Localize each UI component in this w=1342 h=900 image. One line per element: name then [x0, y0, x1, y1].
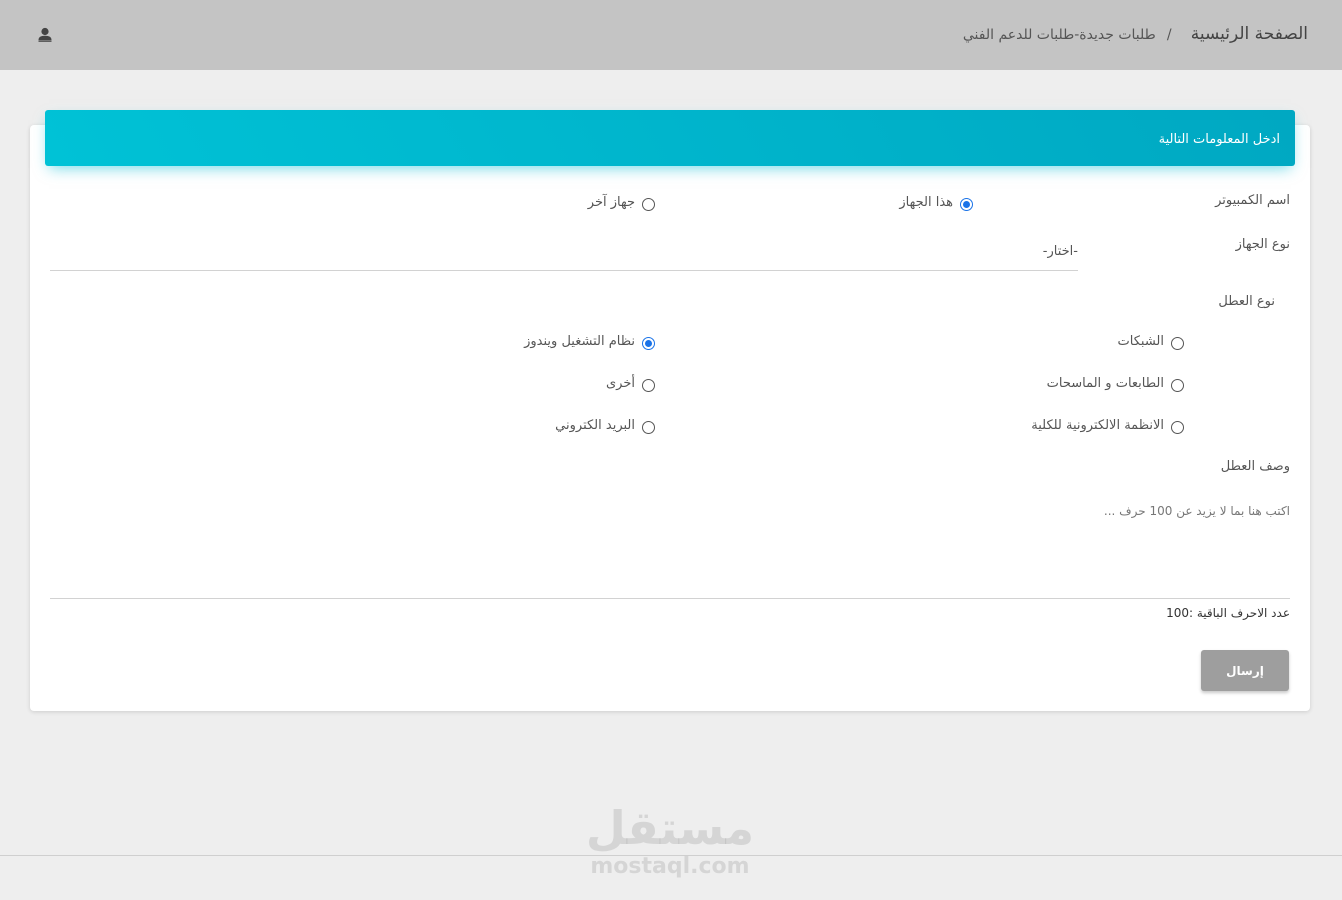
radio-circle[interactable]: [1171, 337, 1184, 350]
breadcrumb-separator: /: [1166, 27, 1172, 43]
form-title: ادخل المعلومات التالية: [1158, 132, 1280, 147]
breadcrumb: الصفحة الرئيسية / طلبات جديدة-طلبات للدع…: [963, 24, 1308, 44]
radio-fault-windows-os[interactable]: نظام التشغيل ويندوز: [495, 334, 655, 353]
computer-name-label: اسم الكمبيوتر: [1215, 193, 1290, 208]
device-type-label: نوع الجهاز: [1235, 237, 1290, 252]
radio-label: الطابعات و الماسحات: [1046, 376, 1164, 391]
radio-fault-other[interactable]: أخرى: [495, 376, 655, 395]
radio-fault-college-systems[interactable]: الانظمة الالكترونية للكلية: [1004, 418, 1184, 437]
fault-type-label: نوع العطل: [1218, 294, 1275, 309]
radio-label: جهاز آخر: [587, 195, 635, 210]
radio-circle[interactable]: [642, 421, 655, 434]
radio-circle[interactable]: [1171, 421, 1184, 434]
radio-label: نظام التشغيل ويندوز: [524, 334, 635, 349]
radio-fault-email[interactable]: البريد الكتروني: [495, 418, 655, 437]
breadcrumb-current-page: طلبات جديدة-طلبات للدعم الفني: [962, 27, 1156, 43]
radio-circle[interactable]: [1171, 379, 1184, 392]
radio-circle[interactable]: [642, 337, 655, 350]
radio-circle[interactable]: [642, 379, 655, 392]
watermark-url: mostaql.com: [590, 854, 750, 879]
radio-circle[interactable]: [642, 198, 655, 211]
radio-label: البريد الكتروني: [555, 418, 635, 433]
remaining-chars-counter: عدد الاحرف الباقية :100: [1166, 606, 1290, 620]
user-icon[interactable]: [38, 27, 52, 43]
fault-description-label: وصف العطل: [1220, 459, 1290, 474]
submit-button[interactable]: إرسال: [1201, 650, 1289, 691]
mostaql-watermark: مستقل mostaql.com: [580, 800, 760, 890]
fault-description-textarea[interactable]: [50, 495, 1290, 599]
breadcrumb-home-link[interactable]: الصفحة الرئيسية: [1191, 24, 1308, 44]
watermark-logo: مستقل: [585, 801, 755, 855]
top-navbar: الصفحة الرئيسية / طلبات جديدة-طلبات للدع…: [0, 0, 1342, 70]
radio-this-device[interactable]: هذا الجهاز: [873, 195, 973, 214]
radio-circle[interactable]: [960, 198, 973, 211]
radio-label: الانظمة الالكترونية للكلية: [1031, 418, 1164, 433]
device-type-selected-value: -اختار-: [1042, 244, 1078, 259]
radio-fault-networks[interactable]: الشبكات: [1024, 334, 1184, 353]
radio-fault-printers-scanners[interactable]: الطابعات و الماسحات: [1024, 376, 1184, 395]
device-type-select[interactable]: -اختار-: [50, 234, 1078, 271]
radio-other-device[interactable]: جهاز آخر: [575, 195, 655, 214]
form-card-header: ادخل المعلومات التالية: [45, 110, 1295, 166]
radio-label: هذا الجهاز: [899, 195, 953, 210]
footer-divider: [0, 855, 1342, 856]
radio-label: أخرى: [606, 376, 635, 391]
radio-label: الشبكات: [1117, 334, 1164, 349]
